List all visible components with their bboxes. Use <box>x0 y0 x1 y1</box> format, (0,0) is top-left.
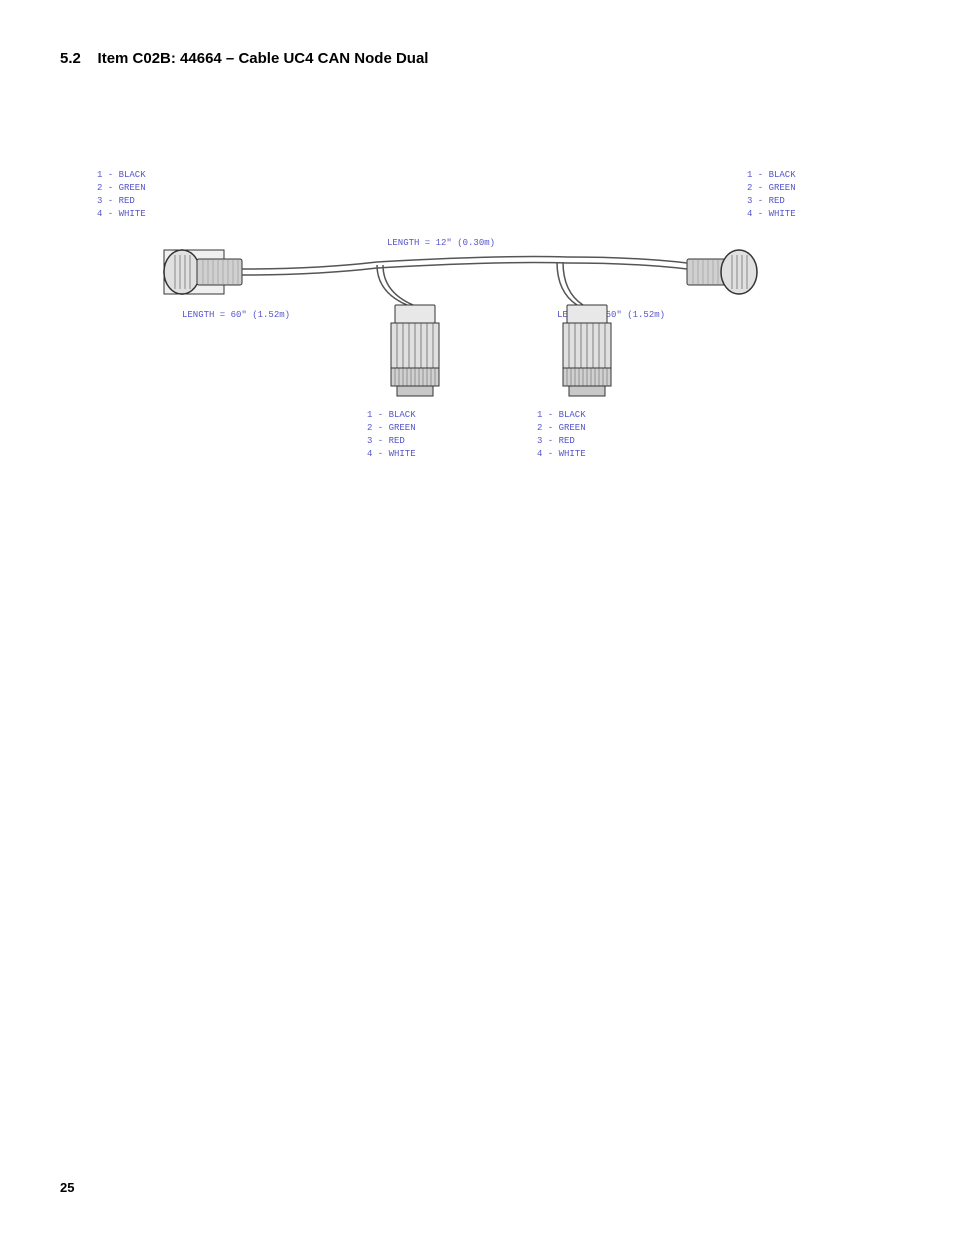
svg-text:1 - BLACK: 1 - BLACK <box>747 170 796 180</box>
svg-text:3 - RED: 3 - RED <box>747 196 785 206</box>
svg-text:LENGTH = 60" (1.52m): LENGTH = 60" (1.52m) <box>182 310 290 320</box>
svg-text:4 - WHITE: 4 - WHITE <box>747 209 796 219</box>
svg-text:1 - BLACK: 1 - BLACK <box>367 410 416 420</box>
svg-text:1 - BLACK: 1 - BLACK <box>537 410 586 420</box>
svg-text:3 - RED: 3 - RED <box>97 196 135 206</box>
svg-text:3 - RED: 3 - RED <box>537 436 575 446</box>
page: 5.2 Item C02B: 44664 – Cable UC4 CAN Nod… <box>0 0 954 1235</box>
svg-text:1 - BLACK: 1 - BLACK <box>97 170 146 180</box>
svg-text:4 - WHITE: 4 - WHITE <box>537 449 586 459</box>
svg-text:2 - GREEN: 2 - GREEN <box>747 183 796 193</box>
svg-text:2 - GREEN: 2 - GREEN <box>97 183 146 193</box>
svg-text:2 - GREEN: 2 - GREEN <box>537 423 586 433</box>
section-number: 5.2 <box>60 50 81 67</box>
svg-text:4 - WHITE: 4 - WHITE <box>97 209 146 219</box>
page-number: 25 <box>60 1180 74 1195</box>
section-title: 5.2 Item C02B: 44664 – Cable UC4 CAN Nod… <box>60 50 894 67</box>
diagram-area: 1 - BLACK 2 - GREEN 3 - RED 4 - WHITE 1 … <box>67 87 887 507</box>
svg-text:4 - WHITE: 4 - WHITE <box>367 449 416 459</box>
svg-text:3 - RED: 3 - RED <box>367 436 405 446</box>
diagram-svg: 1 - BLACK 2 - GREEN 3 - RED 4 - WHITE 1 … <box>67 87 887 507</box>
svg-text:2 - GREEN: 2 - GREEN <box>367 423 416 433</box>
section-heading: Item C02B: 44664 – Cable UC4 CAN Node Du… <box>98 50 429 67</box>
svg-text:LENGTH = 12" (0.30m): LENGTH = 12" (0.30m) <box>387 238 495 248</box>
